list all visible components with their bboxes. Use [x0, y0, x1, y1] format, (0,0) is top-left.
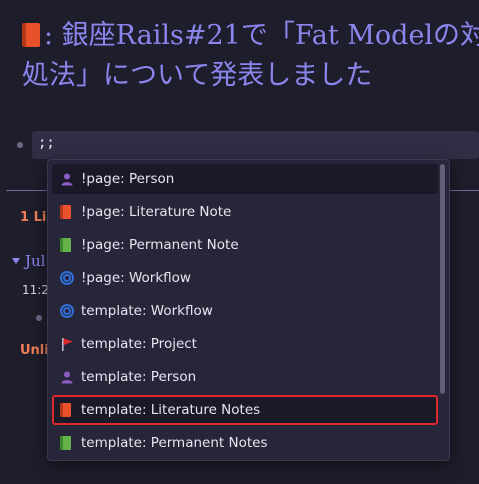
block-editor[interactable]: ;;	[32, 131, 479, 159]
popup-item-template-literature-notes[interactable]: template: Literature Notes	[52, 395, 438, 425]
red-book-icon	[60, 403, 71, 417]
red-flag-icon	[62, 338, 73, 351]
popup-item-label: !page: Person	[81, 171, 175, 187]
page-title-text: : 銀座Rails#21で「Fat Modelの対処法」について発表しました	[22, 20, 479, 91]
cyclone-icon	[60, 271, 74, 285]
person-icon	[61, 371, 73, 384]
popup-item-template-permanent-notes[interactable]: template: Permanent Notes	[52, 428, 438, 458]
popup-item-label: template: Literature Notes	[81, 402, 261, 418]
popup-item-label: !page: Literature Note	[81, 204, 232, 220]
reference-block-bullet[interactable]	[36, 315, 42, 321]
popup-item-label: template: Workflow	[81, 303, 213, 319]
red-book-icon	[60, 205, 71, 219]
block-bullet[interactable]	[17, 142, 23, 148]
popup-item-label: template: Person	[81, 369, 197, 385]
popup-item-page-workflow[interactable]: !page: Workflow	[52, 263, 438, 293]
popup-item-label: template: Project	[81, 336, 197, 352]
caret-down-icon[interactable]	[12, 258, 20, 264]
popup-item-label: !page: Workflow	[81, 270, 191, 286]
roam-page: : 銀座Rails#21で「Fat Modelの対処法」について発表しました ;…	[0, 0, 479, 484]
popup-scrollbar[interactable]	[440, 164, 445, 394]
popup-item-template-workflow[interactable]: template: Workflow	[52, 296, 438, 326]
popup-item-template-project[interactable]: template: Project	[52, 329, 438, 359]
popup-item-label: !page: Permanent Note	[81, 237, 239, 253]
block-editor-text[interactable]: ;;	[38, 135, 55, 151]
person-icon	[61, 173, 73, 186]
cyclone-icon	[60, 304, 74, 318]
popup-item-page-literature-note[interactable]: !page: Literature Note	[52, 197, 438, 227]
green-book-icon	[60, 436, 71, 450]
template-autocomplete-popup: !page: Person !page: Literature Note !pa…	[47, 159, 450, 461]
popup-item-page-permanent-note[interactable]: !page: Permanent Note	[52, 230, 438, 260]
popup-item-template-person[interactable]: template: Person	[52, 362, 438, 392]
red-book-icon	[22, 23, 40, 47]
popup-item-label: template: Permanent Notes	[81, 435, 268, 451]
green-book-icon	[60, 238, 71, 252]
page-title[interactable]: : 銀座Rails#21で「Fat Modelの対処法」について発表しました	[22, 16, 479, 96]
popup-item-page-person[interactable]: !page: Person	[52, 164, 438, 194]
